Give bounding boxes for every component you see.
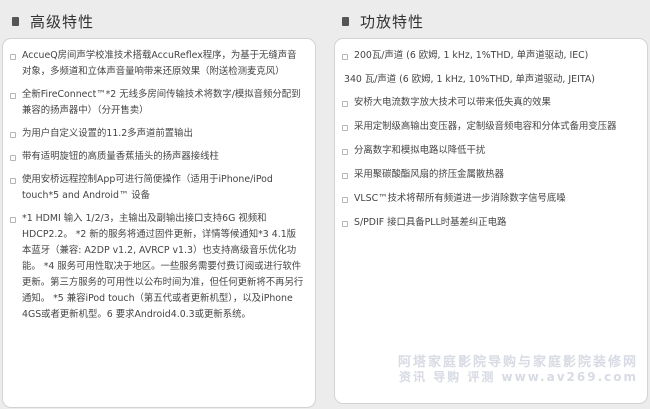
feature-item: AccueQ房间声学校准技术搭载AccuReflex程序，为基于无缝声音对象，多…: [9, 48, 305, 80]
amplifier-features-panel: 200瓦/声道 (6 欧姆, 1 kHz, 1%THD, 单声道驱动, IEC)…: [334, 38, 648, 404]
left-column-title: 高级特性: [30, 12, 95, 31]
left-column-header: 高级特性: [12, 9, 94, 33]
header-bullet-icon: [342, 16, 349, 26]
watermark-line-2: 资讯 导购 评测 www.av269.com: [399, 370, 638, 384]
amp-spec-item: 分离数字和模拟电路以降低干扰: [341, 143, 641, 159]
footnotes-item: *1 HDMI 输入 1/2/3，主输出及副输出接口支持6G 视频和HDCP2.…: [9, 211, 305, 323]
feature-item: 带有适明旋钮的高质量香蕉插头的扬声器接线柱: [9, 149, 305, 165]
feature-item: 为用户自定义设置的11.2多声道前置输出: [9, 126, 305, 142]
amp-spec-item: 200瓦/声道 (6 欧姆, 1 kHz, 1%THD, 单声道驱动, IEC): [341, 48, 641, 64]
amp-spec-item: S/PDIF 接口具备PLL时基差纠正电路: [341, 215, 641, 231]
right-column-header: 功放特性: [342, 9, 424, 33]
amp-spec-item: 340 瓦/声道 (6 欧姆, 1 kHz, 10%THD, 单声道驱动, JE…: [344, 74, 595, 85]
feature-item: 使用安桥远程控制App可进行简便操作（适用于iPhone/iPod touch*…: [9, 172, 305, 204]
amp-spec-item: VLSC™技术将帮所有频道进一步消除数字信号底噪: [341, 191, 641, 207]
header-bullet-icon: [12, 16, 19, 26]
amp-spec-item: 采用聚碳酸酯风扇的挤压金属散热器: [341, 167, 641, 183]
right-column-title: 功放特性: [360, 12, 425, 31]
feature-item: 全新FireConnect™*2 无线多房间传输技术将数字/模拟音频分配到兼容的…: [9, 87, 305, 119]
advanced-features-panel: AccueQ房间声学校准技术搭载AccuReflex程序，为基于无缝声音对象，多…: [2, 38, 316, 408]
amp-spec-item: 采用定制级高输出变压器，定制级音频电容和分体式备用变压器: [341, 119, 641, 135]
amp-spec-item: 安桥大电流数字放大技术可以带来低失真的效果: [341, 95, 641, 111]
